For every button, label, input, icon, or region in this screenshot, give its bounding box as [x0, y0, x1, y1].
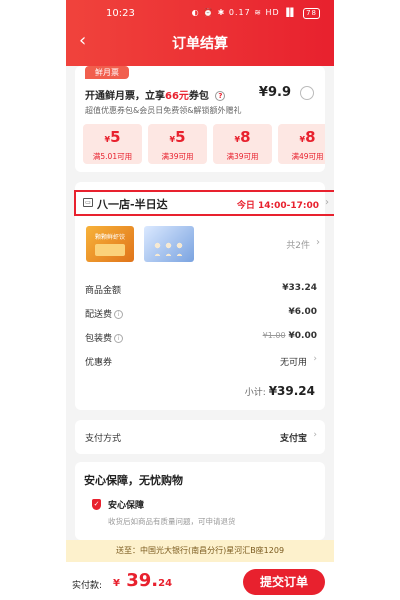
row-value: 无可用 — [279, 358, 307, 368]
coupon-amount: 8 — [240, 128, 251, 146]
fresh-title-highlight: 66元 — [165, 91, 189, 102]
fresh-ticket-price: ¥9.9 — [258, 85, 291, 100]
payment-row: 支付方式 支付宝 › — [85, 430, 317, 445]
shield-icon: ✓ — [92, 499, 101, 510]
order-card: ▭ 八一店-半日达 今日 14:00-17:00 › 颗颗鲜虾饺 共2件 › 商… — [74, 182, 334, 410]
chevron-right-icon: › — [313, 354, 317, 364]
product-buns-shape — [152, 240, 186, 256]
coupon-amount: 8 — [305, 128, 316, 146]
row-label: 商品金额 — [85, 286, 122, 296]
store-icon: ▭ — [83, 198, 93, 207]
row-value: ¥6.00 — [288, 307, 317, 317]
row-coupon[interactable]: 优惠券 无可用 › — [85, 354, 317, 369]
fresh-ticket-tag: 鲜月票 — [85, 66, 129, 79]
total-amount: ¥ 39.24 — [113, 570, 172, 591]
row-original-value: ¥1.00 — [262, 331, 286, 340]
total-decimal: 24 — [158, 578, 173, 589]
chevron-right-icon: › — [316, 237, 320, 248]
product-image-buns[interactable] — [144, 226, 194, 262]
total-label: 实付款: — [72, 581, 103, 591]
coupon-condition: 满5.01可用 — [92, 152, 133, 161]
security-description: 收货后如商品有质量问题，可申请退货 — [108, 517, 236, 526]
payment-label: 支付方式 — [85, 434, 122, 444]
coupon-condition: 满39可用 — [226, 152, 259, 161]
status-icons: ◐ ⏰ ✱ 0.17 ≋ HD ▐▌ 78 — [192, 8, 320, 19]
store-delivery-row[interactable]: ▭ 八一店-半日达 今日 14:00-17:00 › — [74, 190, 334, 216]
row-label: 配送费 — [85, 310, 113, 320]
phone-screen: 10:23 ◐ ⏰ ✱ 0.17 ≋ HD ▐▌ 78 ‹ 订单结算 鲜月票 开… — [66, 0, 334, 600]
top-bar: 10:23 ◐ ⏰ ✱ 0.17 ≋ HD ▐▌ 78 ‹ 订单结算 — [66, 0, 334, 66]
coupon-condition: 满39可用 — [161, 152, 194, 161]
info-icon[interactable]: i — [114, 310, 124, 319]
row-packaging-fee: 包装费 i ¥1.00 ¥0.00 — [85, 331, 317, 345]
row-value: ¥33.24 — [282, 283, 317, 293]
coupon-amount: 5 — [175, 128, 186, 146]
fresh-title-prefix: 开通鲜月票，立享 — [85, 91, 165, 102]
info-icon[interactable]: i — [114, 334, 124, 343]
row-label: 包装费 — [85, 334, 113, 344]
fresh-ticket-card: 鲜月票 开通鲜月票，立享66元券包 ? ¥9.9 超值优惠券包&会员日免费领&解… — [75, 66, 325, 172]
coupon-item: ¥8 满49可用 — [278, 124, 325, 164]
status-time: 10:23 — [106, 8, 135, 19]
chevron-right-icon: › — [325, 197, 329, 208]
status-bar: 10:23 ◐ ⏰ ✱ 0.17 ≋ HD ▐▌ 78 — [66, 0, 334, 24]
product-pack-shape — [95, 244, 125, 256]
subtotal-label: 小计: — [244, 388, 266, 398]
payment-method-row[interactable]: 支付方式 支付宝 › — [75, 420, 325, 454]
question-icon[interactable]: ? — [215, 91, 226, 101]
item-count[interactable]: 共2件 — [286, 238, 310, 251]
fresh-ticket-radio[interactable] — [300, 86, 314, 100]
coupon-item: ¥8 满39可用 — [213, 124, 272, 164]
security-title: 安心保障，无忧购物 — [84, 474, 183, 487]
subtotal-value: ¥39.24 — [268, 384, 315, 398]
payment-value: 支付宝 — [279, 434, 307, 444]
row-goods-amount: 商品金额 ¥33.24 — [85, 283, 317, 297]
total-currency: ¥ — [113, 578, 120, 589]
total-integer: 39. — [126, 570, 159, 591]
delivery-time: 今日 14:00-17:00 — [236, 201, 319, 211]
fresh-ticket-subtitle: 超值优惠券包&会员日免费领&解锁额外赠礼 — [85, 106, 242, 115]
delivery-address-bar[interactable]: 送至：中国光大银行(南昌分行)星河汇B座1209 — [66, 540, 334, 562]
submit-order-button[interactable]: 提交订单 — [243, 569, 325, 595]
coupon-item: ¥5 满5.01可用 — [83, 124, 142, 164]
row-delivery-fee: 配送费 i ¥6.00 — [85, 307, 317, 321]
checkout-bar: 实付款: ¥ 39.24 提交订单 — [66, 562, 334, 600]
coupon-list: ¥5 满5.01可用 ¥5 满39可用 ¥8 满39可用 ¥8 满49可用 — [83, 124, 325, 164]
product-image-text: 颗颗鲜虾饺 — [94, 234, 125, 241]
security-card: 安心保障，无忧购物 ✓ 安心保障 收货后如商品有质量问题，可申请退货 — [75, 462, 325, 540]
chevron-right-icon: › — [313, 430, 317, 440]
page-title: 订单结算 — [172, 36, 228, 52]
subtotal: 小计: ¥39.24 — [245, 384, 315, 398]
product-image-dumplings[interactable]: 颗颗鲜虾饺 — [86, 226, 134, 262]
coupon-amount: 5 — [110, 128, 121, 146]
row-label: 优惠券 — [85, 358, 113, 368]
store-name: 八一店-半日达 — [97, 198, 168, 211]
battery-icon: 78 — [303, 8, 320, 19]
coupon-item: ¥5 满39可用 — [148, 124, 207, 164]
fresh-title-suffix: 券包 — [188, 91, 209, 102]
fresh-ticket-title: 开通鲜月票，立享66元券包 ? — [85, 87, 226, 102]
status-icons-text: ◐ ⏰ ✱ 0.17 ≋ HD ▐▌ — [191, 8, 298, 17]
security-subtitle: 安心保障 — [108, 501, 145, 511]
row-value: ¥0.00 — [288, 331, 317, 341]
coupon-condition: 满49可用 — [291, 152, 324, 161]
